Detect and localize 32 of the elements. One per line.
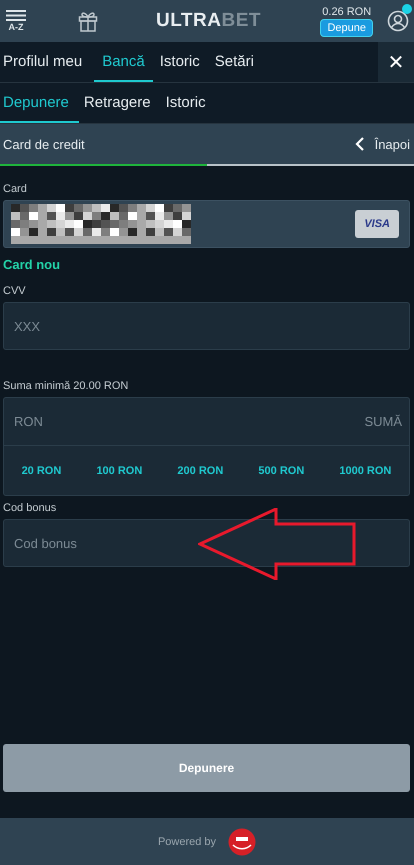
visa-badge: VISA [355,210,399,238]
amount-field[interactable]: SUMĂ [42,413,404,430]
back-button[interactable]: Înapoi [354,136,410,152]
amount-preset[interactable]: 100 RON [92,460,146,480]
new-card-link[interactable]: Card nou [3,257,60,272]
field-label: CVV [3,285,27,297]
currency-label: RON [14,414,43,429]
subtab[interactable]: Retragere [80,83,161,123]
field-label: Suma minimă 20.00 RON [3,380,130,392]
gift-icon[interactable] [78,10,98,32]
section-title: Card de credit [3,136,85,152]
bonus-code-field[interactable]: Cod bonus [3,519,410,567]
amount-preset[interactable]: 1000 RON [335,460,396,480]
logo: ULTRABET [156,10,261,32]
profile-icon[interactable] [387,10,409,32]
amount-preset[interactable]: 500 RON [254,460,308,480]
close-button[interactable]: ✕ [378,42,414,82]
balance: 0.26 RON [322,6,372,18]
tab[interactable]: Istoric [156,42,208,82]
chevron-left-icon [354,137,365,151]
field-label: Cod bonus [3,502,58,514]
tab[interactable]: Profilul meu [0,42,90,82]
card-select[interactable]: VISA [3,200,410,248]
menu-button[interactable]: A-Z [4,10,28,32]
logo-icon [228,828,256,856]
subtab[interactable]: Istoric [162,83,216,123]
cvv-field[interactable]: XXX [3,302,410,350]
powered-by: Powered by [158,836,216,848]
tab[interactable]: Setări [212,42,262,82]
amount-preset[interactable]: 20 RON [18,460,66,480]
field-label: Card [3,183,28,195]
amount-preset[interactable]: 200 RON [173,460,228,480]
